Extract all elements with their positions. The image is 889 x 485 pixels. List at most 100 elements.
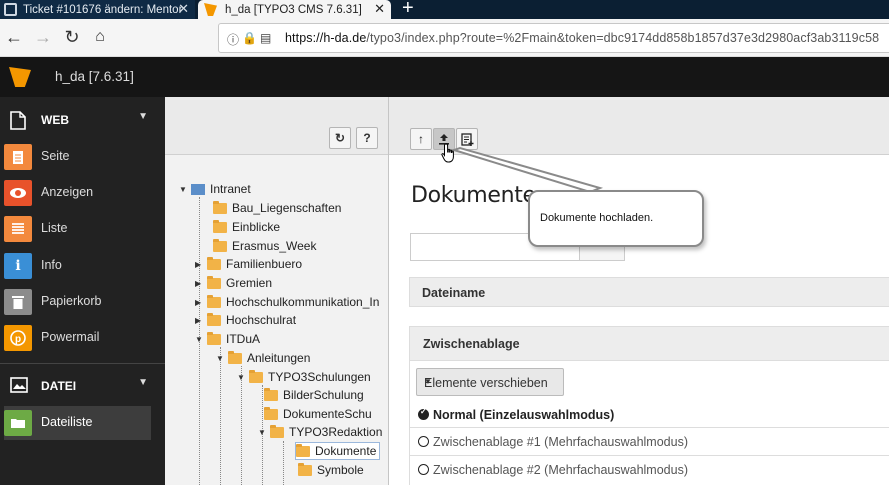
root-page-icon <box>191 183 205 195</box>
clipboard-header: Zwischenablage <box>410 327 889 361</box>
tree-node[interactable]: ▼ ITDuA <box>195 330 260 348</box>
folder-icon <box>207 275 221 289</box>
expand-icon[interactable]: ▶ <box>195 279 205 288</box>
site-name: h_da [7.6.31] <box>55 69 134 84</box>
browser-tab-typo3[interactable]: h_da [TYPO3 CMS 7.6.31] ✕ <box>198 0 391 19</box>
tree-node[interactable]: ▼ Anleitungen <box>216 349 310 367</box>
module-powermail[interactable]: p Powermail <box>4 321 151 355</box>
folder-icon <box>207 312 221 326</box>
tree-node-root[interactable]: ▼ Intranet <box>179 180 251 198</box>
tree-node[interactable]: ▶ Hochschulrat <box>195 311 296 329</box>
clipboard-option-1[interactable]: Zwischenablage #1 (Mehrfachauswahlmodus) <box>410 427 889 455</box>
lock-icon[interactable]: 🔒 <box>242 31 257 48</box>
close-icon[interactable]: ✕ <box>374 1 385 17</box>
tree-node[interactable]: DokumenteSchu <box>264 405 372 423</box>
tree-node-selected[interactable]: Dokumente <box>295 442 381 460</box>
module-group-web[interactable]: WEB ▼ <box>0 101 165 139</box>
collapse-icon[interactable]: ▼ <box>195 335 205 344</box>
reload-icon[interactable]: ↻ <box>62 27 82 47</box>
collapse-icon[interactable]: ▼ <box>179 185 189 194</box>
image-icon <box>10 377 28 396</box>
browser-toolbar: ← → ↻ ⌂ ⓘ 🔒 ▤ https://h-da.de/typo3/inde… <box>0 19 889 57</box>
expand-icon[interactable]: ▶ <box>195 316 205 325</box>
filelist-icon <box>4 410 32 436</box>
tree-node[interactable]: ▶ Gremien <box>195 274 272 292</box>
tree-node[interactable]: Symbole <box>298 461 364 479</box>
caret-down-icon: ▼ <box>138 377 148 388</box>
tree-node[interactable]: Einblicke <box>201 218 280 236</box>
move-elements-dropdown[interactable]: Elemente verschieben ▼ <box>416 368 564 396</box>
module-menu: WEB ▼ Seite Anzeigen Liste i Info Papier… <box>0 97 165 485</box>
close-icon[interactable]: ✕ <box>178 1 189 17</box>
radio-icon[interactable] <box>418 464 429 475</box>
tooltip-callout: Dokumente hochladen. <box>528 190 704 247</box>
powermail-icon: p <box>4 325 32 351</box>
tree-node[interactable]: BilderSchulung <box>264 386 364 404</box>
browser-tab-strip: Ticket #101676 ändern: Mentor ✕ h_da [TY… <box>0 0 889 19</box>
tree-node[interactable]: Erasmus_Week <box>201 237 316 255</box>
permissions-icon[interactable]: ▤ <box>260 31 271 48</box>
module-papierkorb[interactable]: Papierkorb <box>4 285 151 319</box>
module-seite[interactable]: Seite <box>4 140 151 174</box>
browser-tab-ticket[interactable]: Ticket #101676 ändern: Mentor ✕ <box>0 0 195 19</box>
module-dateiliste[interactable]: Dateiliste <box>4 406 151 440</box>
help-icon[interactable]: ? <box>356 127 378 149</box>
folder-icon <box>298 462 312 476</box>
clipboard-panel: Zwischenablage Elemente verschieben ▼ No… <box>409 326 889 485</box>
folder-icon <box>213 238 227 252</box>
menu-divider <box>0 363 165 364</box>
folder-icon <box>296 443 310 457</box>
folder-icon <box>207 256 221 270</box>
level-up-icon[interactable]: ↑ <box>410 128 432 150</box>
eye-icon <box>4 180 32 206</box>
trash-icon <box>4 289 32 315</box>
home-icon[interactable]: ⌂ <box>90 27 110 47</box>
module-liste[interactable]: Liste <box>4 212 151 246</box>
module-group-datei[interactable]: DATEI ▼ <box>0 367 165 405</box>
radio-icon[interactable] <box>418 436 429 447</box>
forward-arrow-icon[interactable]: → <box>33 27 53 47</box>
filename-column-header[interactable]: Dateiname <box>409 277 889 307</box>
tree-node[interactable]: ▼ TYPO3Redaktion <box>258 423 382 441</box>
module-anzeigen[interactable]: Anzeigen <box>4 176 151 210</box>
folder-icon <box>213 200 227 214</box>
address-bar[interactable]: ⓘ 🔒 ▤ https://h-da.de/typo3/index.php?ro… <box>218 23 889 53</box>
new-tab-button[interactable]: + <box>402 0 414 20</box>
tree-toolbar: ↻ ? <box>165 97 388 155</box>
back-arrow-icon[interactable]: ← <box>4 27 24 47</box>
expand-icon[interactable]: ▶ <box>195 260 205 269</box>
radio-checked-icon[interactable] <box>418 407 429 420</box>
collapse-icon[interactable]: ▼ <box>237 373 247 382</box>
url-text[interactable]: https://h-da.de/typo3/index.php?route=%2… <box>285 31 879 45</box>
info-circle-icon[interactable]: ⓘ <box>227 31 239 48</box>
folder-icon <box>207 331 221 345</box>
collapse-icon[interactable]: ▼ <box>216 354 226 363</box>
tree-node[interactable]: Bau_Liegenschaften <box>201 199 341 217</box>
expand-icon[interactable]: ▶ <box>195 298 205 307</box>
typo3-logo-icon[interactable] <box>9 67 31 87</box>
svg-text:p: p <box>15 334 21 345</box>
tab-title: Ticket #101676 ändern: Mentor <box>23 3 183 16</box>
tree-guide <box>220 347 221 485</box>
tree-node[interactable]: ▶ Hochschulkommunikation_In <box>195 293 379 311</box>
list-icon <box>4 216 32 242</box>
collapse-icon[interactable]: ▼ <box>258 428 268 437</box>
clipboard-option-2[interactable]: Zwischenablage #2 (Mehrfachauswahlmodus) <box>410 455 889 483</box>
page-icon <box>4 144 32 170</box>
clipboard-option-normal[interactable]: Normal (Einzelauswahlmodus) <box>410 401 889 429</box>
tree-node[interactable]: ▼ TYPO3Schulungen <box>237 368 371 386</box>
module-info[interactable]: i Info <box>4 249 151 283</box>
refresh-icon[interactable]: ↻ <box>329 127 351 149</box>
tab-title: h_da [TYPO3 CMS 7.6.31] <box>225 3 362 16</box>
tree-node[interactable]: ▶ Familienbuero <box>195 255 302 273</box>
ticket-favicon-icon <box>4 3 17 16</box>
folder-tree-panel: ↻ ? ▼ Intranet Bau_Liegenschaften Einbli… <box>165 97 389 485</box>
folder-icon <box>228 350 242 364</box>
hand-cursor-icon <box>441 143 454 163</box>
folder-icon <box>270 424 284 438</box>
folder-icon <box>207 294 221 308</box>
tree-guide <box>283 441 284 485</box>
caret-down-icon: ▼ <box>138 111 148 122</box>
typo3-topbar: h_da [7.6.31] <box>0 57 889 97</box>
folder-icon <box>249 369 263 383</box>
